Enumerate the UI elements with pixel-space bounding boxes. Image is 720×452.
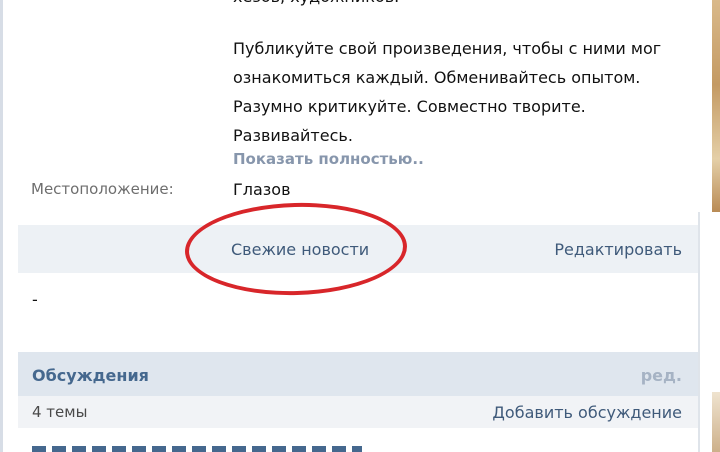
description-line-1: Публикуйте свой произведения, чтобы с ни… [233, 39, 662, 58]
discussions-title[interactable]: Обсуждения [32, 366, 149, 385]
description-line-4: Развивайтесь. [233, 126, 353, 145]
show-more-link[interactable]: Показать полностью.. [233, 150, 424, 168]
discussions-edit-link[interactable]: ред. [641, 366, 682, 385]
edit-news-link[interactable]: Редактировать [554, 240, 682, 259]
description-line-2: ознакомиться каждый. Обменивайтесь опыто… [233, 68, 641, 87]
left-border [0, 0, 3, 452]
news-content: - [32, 290, 38, 309]
group-page: хезов, художников. Публикуйте свой произ… [0, 0, 720, 452]
description-line-3: Разумно критикуйте. Совместно творите. [233, 97, 586, 116]
location-label: Местоположение: [31, 180, 174, 198]
cut-topic-link[interactable] [32, 446, 362, 452]
location-value: Глазов [233, 180, 291, 199]
description-cut-line: хезов, художников. [233, 0, 399, 8]
right-border [698, 212, 700, 452]
group-description: Публикуйте свой произведения, чтобы с ни… [233, 34, 661, 150]
side-photo [712, 0, 720, 212]
side-photo-bottom [712, 392, 720, 452]
highlight-ellipse [183, 200, 409, 298]
add-discussion-link[interactable]: Добавить обсуждение [492, 403, 682, 422]
topics-count: 4 темы [32, 403, 88, 421]
